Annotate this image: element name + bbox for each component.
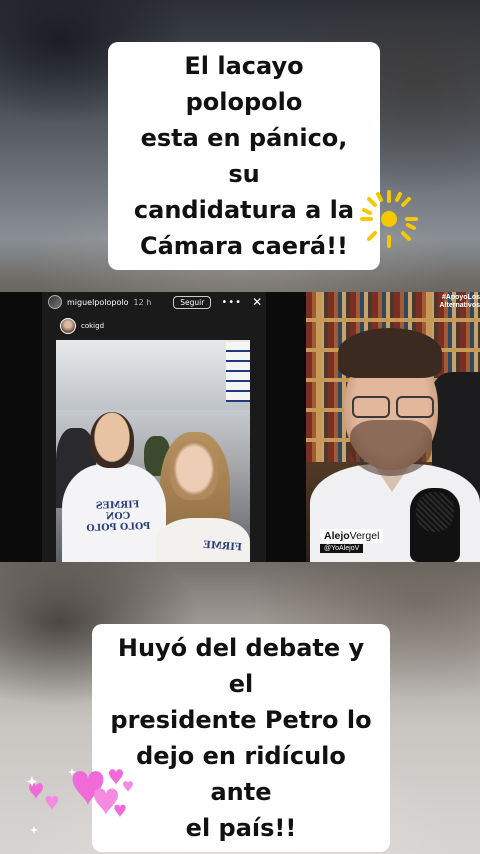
watermark-line-1: #ApoyoLos (441, 294, 480, 301)
caption-bottom-line-4: el país!! (185, 814, 297, 842)
close-icon[interactable]: ✕ (252, 295, 262, 309)
hearts-icon (26, 768, 133, 839)
glasses-icon (350, 396, 436, 420)
photo-banner (226, 342, 250, 402)
story-header: miguelpolopolo 12 h Seguir ••• ✕ (42, 292, 266, 312)
photo-woman-head (170, 440, 218, 500)
streamer-hair (338, 328, 442, 378)
streamer-camera: AlejoVergel @YoAlejoV (306, 292, 480, 562)
watermark-line-2: Alternativos (439, 302, 480, 309)
caption-top-line-4: Cámara caerá!! (139, 232, 349, 260)
caption-bottom-line-1: Huyó del debate y el (117, 634, 365, 698)
more-icon[interactable]: ••• (221, 297, 242, 308)
reposted-from: cokigd (60, 318, 104, 334)
streamer-first-name: Alejo (324, 530, 350, 542)
story-avatar[interactable] (48, 295, 62, 309)
video-strip: miguelpolopolo 12 h Seguir ••• ✕ cokigd … (0, 292, 480, 562)
photo-wall (56, 340, 250, 410)
caption-top-line-2: esta en pánico, su (140, 124, 348, 188)
microphone-mesh (416, 492, 454, 532)
streamer-beard (350, 420, 432, 476)
story-time: 12 h (133, 297, 152, 307)
shirt-text: FIRMES CON POLO POLO (75, 499, 160, 535)
hashtag-watermark: #ApoyoLos Alternativos (434, 294, 480, 310)
caption-bottom-line-2: presidente Petro lo (110, 706, 372, 734)
sub-avatar[interactable] (60, 318, 76, 334)
story-photo: FIRMES CON POLO POLO FIRME (56, 340, 250, 562)
caption-top: El lacayo polopolo esta en pánico, su ca… (108, 42, 380, 270)
sub-username[interactable]: cokigd (81, 322, 104, 330)
caption-bottom-line-3: dejo en ridículo ante (136, 742, 346, 806)
instagram-story: miguelpolopolo 12 h Seguir ••• ✕ cokigd … (42, 292, 266, 562)
streamer-name: AlejoVergel (320, 529, 384, 543)
name-lower-third: AlejoVergel @YoAlejoV (320, 524, 384, 553)
story-username[interactable]: miguelpolopolo (67, 298, 129, 307)
photo-man-head (90, 412, 134, 468)
sun-icon (360, 190, 418, 248)
streamer-handle: @YoAlejoV (320, 544, 364, 553)
streamer-last-name: Vergel (349, 530, 380, 542)
follow-button[interactable]: Seguir (173, 295, 212, 309)
caption-top-line-1: El lacayo polopolo (184, 52, 304, 116)
shelf-post (316, 292, 322, 462)
caption-top-line-3: candidatura a la (133, 196, 355, 224)
